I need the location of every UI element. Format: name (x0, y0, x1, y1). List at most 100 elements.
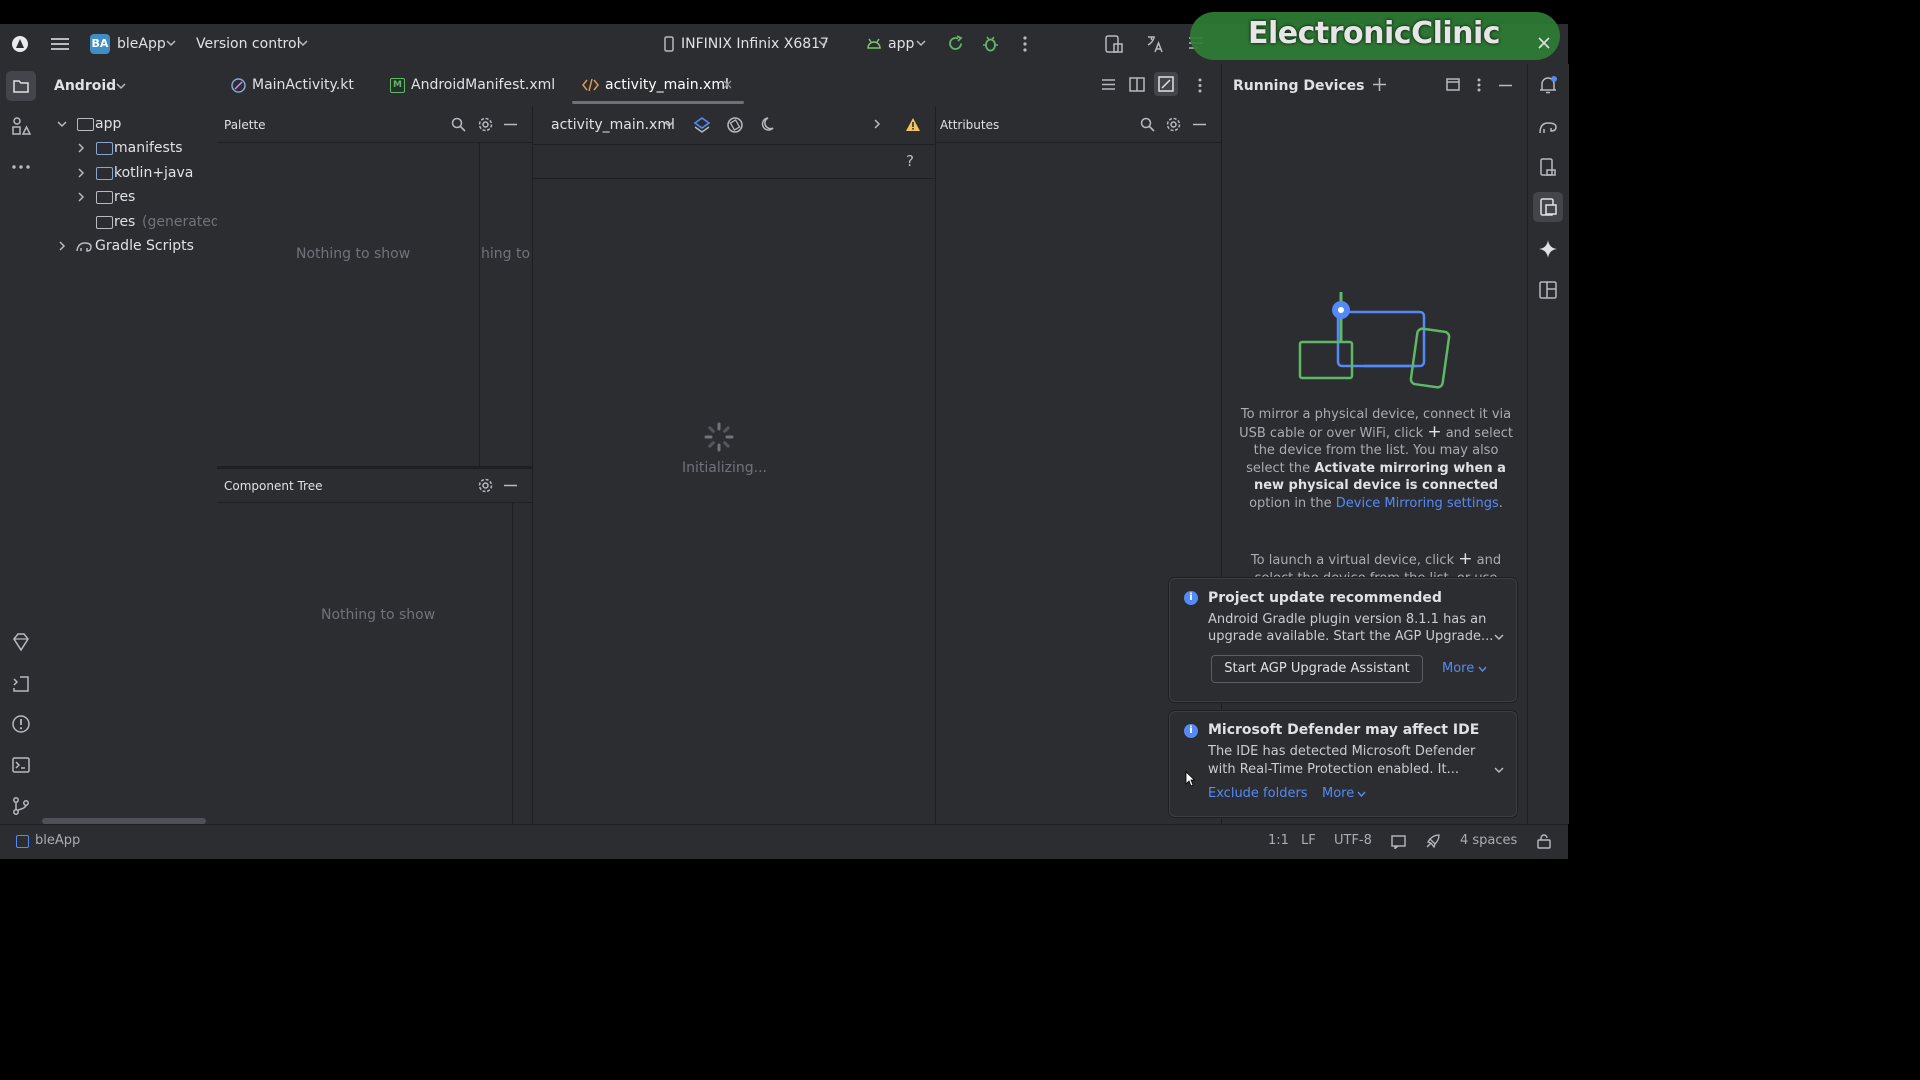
layout-inspector-icon[interactable] (1538, 280, 1558, 300)
gradle-tool-icon[interactable] (1538, 117, 1558, 135)
chevron-down-icon[interactable] (298, 39, 308, 47)
status-project[interactable]: bleApp (35, 833, 80, 848)
more-link[interactable]: More (1442, 661, 1474, 676)
tab-options-icon[interactable] (1197, 78, 1203, 93)
divider (936, 142, 1221, 143)
design-view-button[interactable] (1154, 72, 1178, 96)
add-device-icon[interactable] (1372, 77, 1387, 92)
warning-icon[interactable] (905, 117, 921, 132)
translate-icon[interactable] (1145, 34, 1165, 54)
gear-icon[interactable] (478, 478, 493, 493)
minimize-icon[interactable] (1193, 123, 1206, 126)
tree-item-app[interactable]: app (42, 112, 217, 136)
vcs-menu[interactable]: Version control (196, 36, 300, 52)
right-tool-strip (1527, 64, 1569, 824)
close-tab-icon[interactable] (723, 80, 732, 89)
minimize-icon[interactable] (504, 484, 517, 487)
search-icon[interactable] (451, 117, 466, 132)
chevron-down-icon[interactable] (664, 120, 674, 128)
search-icon[interactable] (1140, 117, 1155, 132)
project-badge[interactable]: BA (90, 34, 110, 54)
gear-icon[interactable] (478, 117, 493, 132)
device-file-explorer-icon[interactable] (1538, 157, 1558, 177)
gemini-sparkle-icon[interactable] (1538, 239, 1558, 259)
resource-manager-icon[interactable] (11, 116, 31, 136)
device-mirroring-settings-link[interactable]: Device Mirroring settings (1336, 496, 1499, 511)
tree-item-res[interactable]: res (42, 185, 217, 209)
rerun-icon[interactable] (947, 35, 964, 52)
more-link[interactable]: More (1322, 786, 1354, 801)
run-config-selector[interactable]: app (888, 36, 914, 52)
expand-chevron-icon[interactable] (1494, 766, 1504, 774)
terminal-icon[interactable] (11, 755, 31, 775)
debug-icon[interactable] (982, 35, 999, 52)
tree-item-gradle-scripts[interactable]: Gradle Scripts (42, 234, 217, 258)
chevron-down-icon[interactable] (818, 39, 828, 47)
project-panel: Android app manifests kotlin+java res re… (42, 64, 225, 824)
problems-icon[interactable] (11, 714, 31, 734)
tab-mainactivity[interactable]: MainActivity.kt (231, 64, 376, 106)
options-icon[interactable] (1476, 78, 1482, 92)
chevron-down-icon[interactable] (57, 120, 67, 128)
minimize-icon[interactable] (504, 123, 517, 126)
exclude-folders-link[interactable]: Exclude folders (1208, 786, 1308, 801)
minimize-icon[interactable] (1499, 84, 1512, 87)
indent-setting[interactable]: 4 spaces (1460, 833, 1517, 848)
chevron-down-icon[interactable] (166, 39, 176, 47)
maximize-icon[interactable] (1446, 78, 1460, 91)
main-menu-icon[interactable] (51, 36, 69, 52)
start-agp-upgrade-button[interactable]: Start AGP Upgrade Assistant (1211, 655, 1423, 683)
more-tools-icon[interactable] (11, 164, 31, 170)
mirroring-instructions: To mirror a physical device, connect it … (1239, 407, 1513, 511)
tab-activity-main[interactable]: activity_main.xml (572, 64, 744, 106)
editor-tabs: MainActivity.kt M AndroidManifest.xml ac… (217, 64, 1220, 107)
chevron-right-icon[interactable] (77, 143, 85, 153)
project-view-selector[interactable]: Android (54, 78, 116, 94)
tree-item-kotlin-java[interactable]: kotlin+java (42, 161, 217, 185)
close-icon[interactable] (1537, 36, 1551, 50)
chevron-right-icon[interactable] (77, 192, 85, 202)
chevron-down-icon[interactable] (916, 39, 926, 47)
notifications-icon[interactable] (1538, 75, 1558, 95)
code-view-icon[interactable] (1101, 78, 1116, 91)
resource-folder-icon (96, 216, 113, 229)
project-tool-button[interactable] (6, 71, 36, 101)
help-icon[interactable]: ? (906, 152, 914, 170)
app-quality-insights-icon[interactable] (11, 632, 31, 652)
loading-spinner-icon (704, 422, 734, 452)
chevron-right-icon[interactable] (77, 168, 85, 178)
logcat-icon[interactable] (11, 674, 31, 694)
kotlin-file-icon (231, 78, 246, 93)
design-blueprint-icon[interactable] (693, 116, 711, 134)
tab-androidmanifest[interactable]: M AndroidManifest.xml (390, 64, 560, 106)
night-mode-icon[interactable] (761, 116, 777, 132)
git-icon[interactable] (11, 796, 31, 816)
lock-icon[interactable] (1537, 834, 1551, 849)
info-icon: i (1184, 724, 1198, 738)
running-devices-tool-button[interactable] (1533, 192, 1563, 222)
device-selector[interactable]: INFINIX Infinix X6817 (681, 36, 829, 52)
plus-icon: + (1427, 421, 1442, 442)
chevron-down-icon[interactable] (1357, 791, 1366, 798)
chevron-down-icon[interactable] (116, 82, 126, 90)
device-manager-icon[interactable] (1104, 34, 1124, 54)
readonly-toggle-icon[interactable] (1391, 835, 1406, 849)
power-save-icon[interactable] (1425, 834, 1440, 849)
expand-chevron-icon[interactable] (1494, 633, 1504, 641)
more-actions-icon[interactable] (1022, 36, 1028, 52)
project-name[interactable]: bleApp (117, 36, 166, 52)
chevron-down-icon[interactable] (1478, 666, 1487, 673)
tree-item-manifests[interactable]: manifests (42, 136, 217, 160)
orientation-icon[interactable] (726, 116, 744, 134)
line-separator[interactable]: LF (1301, 833, 1316, 848)
tree-item-res-generated[interactable]: res (generated) (42, 210, 225, 234)
split-view-icon[interactable] (1129, 77, 1145, 92)
file-encoding[interactable]: UTF-8 (1334, 833, 1372, 848)
instruction-text: option in the (1249, 495, 1332, 511)
caret-position[interactable]: 1:1 (1268, 833, 1289, 848)
layout-file-selector[interactable]: activity_main.xml (551, 117, 675, 133)
gear-icon[interactable] (1166, 117, 1181, 132)
tab-label: AndroidManifest.xml (411, 77, 556, 93)
chevron-right-icon[interactable] (873, 119, 881, 129)
chevron-right-icon[interactable] (58, 241, 66, 251)
